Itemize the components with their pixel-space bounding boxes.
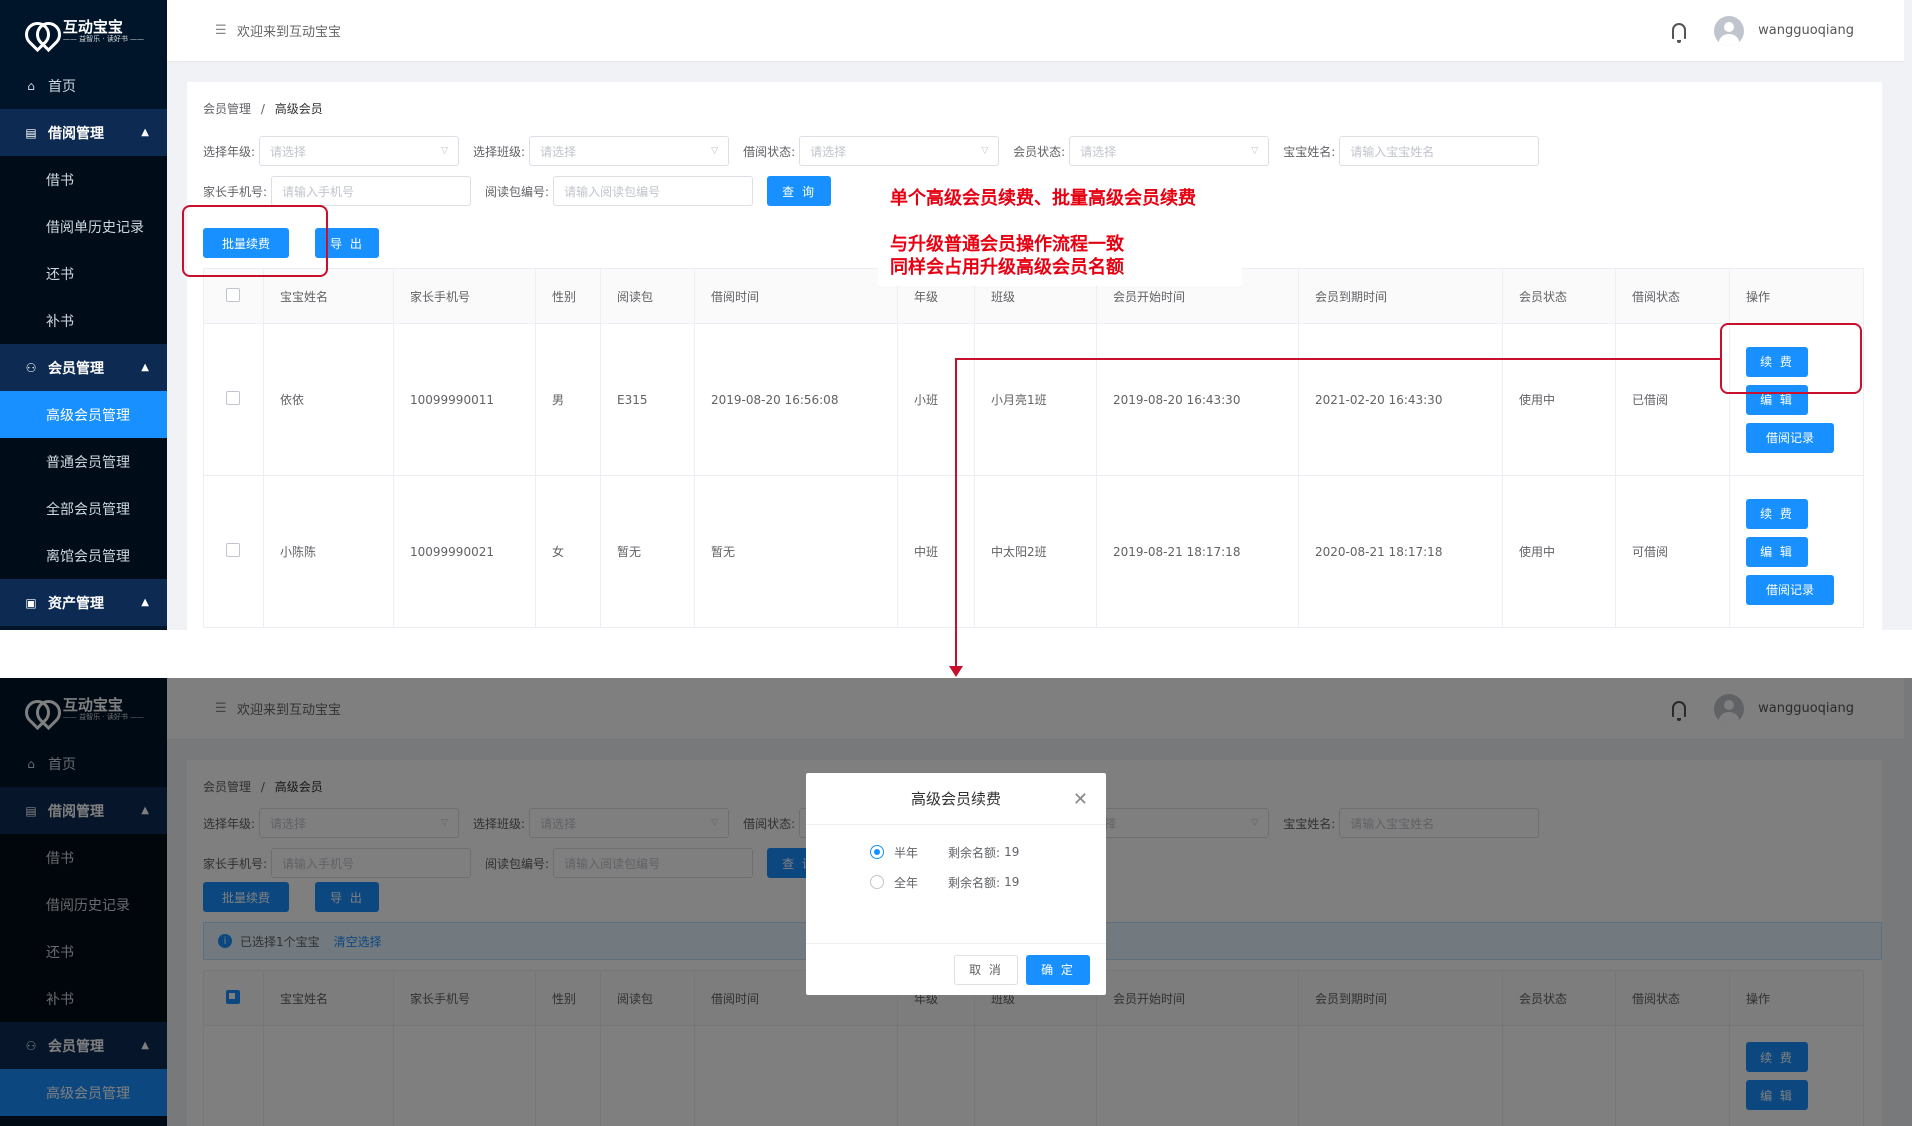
- dialog-header: 高级会员续费 ✕: [806, 773, 1106, 825]
- radio-full-year[interactable]: [870, 875, 884, 889]
- remaining-value: 19: [1004, 845, 1020, 859]
- dialog-body: 半年 剩余名额: 19 全年 剩余名额: 19: [806, 825, 1106, 897]
- option-label: 全年: [894, 875, 919, 890]
- close-icon[interactable]: ✕: [1073, 789, 1088, 810]
- flow-arrow-head: [949, 666, 963, 677]
- option-full-year[interactable]: 全年 剩余名额: 19: [870, 867, 1106, 897]
- option-half-year[interactable]: 半年 剩余名额: 19: [870, 837, 1106, 867]
- flow-arrow-line: [955, 358, 1722, 668]
- cancel-button[interactable]: 取 消: [954, 954, 1018, 985]
- renew-dialog: 高级会员续费 ✕ 半年 剩余名额: 19 全年 剩余名额: 19 取 消 确 定: [806, 773, 1106, 995]
- remaining-label: 剩余名额:: [948, 875, 1001, 890]
- remaining-label: 剩余名额:: [948, 845, 1001, 860]
- screen-renew-dialog: 互动宝宝 —— 益智乐 · 读好书 —— ⌂首页 ▤借阅管理▲ 借书 借阅历史记…: [0, 678, 1912, 1126]
- dialog-title: 高级会员续费: [910, 790, 1001, 808]
- confirm-button[interactable]: 确 定: [1026, 954, 1090, 985]
- dialog-footer: 取 消 确 定: [806, 943, 1106, 995]
- remaining-value: 19: [1004, 875, 1020, 889]
- option-label: 半年: [894, 845, 919, 860]
- radio-half-year[interactable]: [870, 845, 884, 859]
